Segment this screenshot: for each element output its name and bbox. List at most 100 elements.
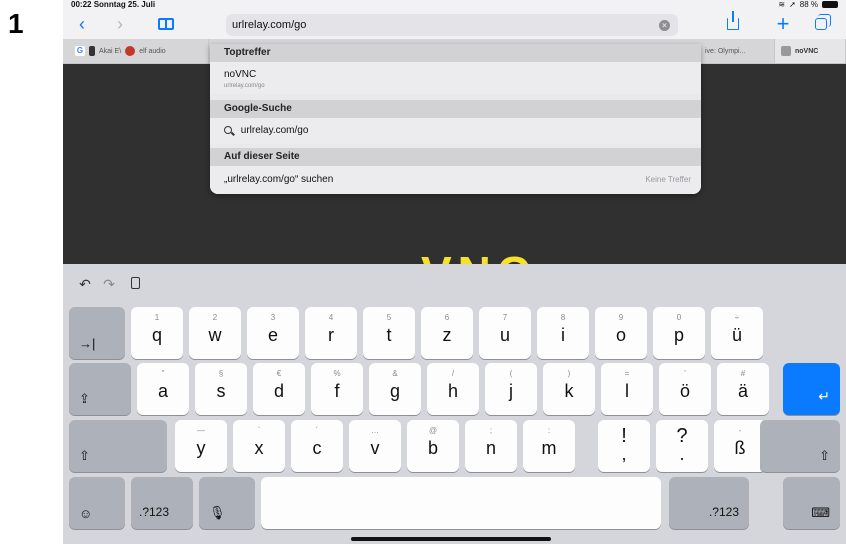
tab-olympics[interactable]: ive: Olympi... [699, 39, 775, 63]
google-search-item[interactable]: urlrelay.com/go [210, 118, 701, 144]
key-c[interactable]: ´ c [291, 420, 343, 472]
logo-text: VNC [421, 250, 536, 264]
key-char-bottom: . [679, 444, 685, 464]
back-button[interactable]: ‹ [73, 13, 91, 35]
status-time: 00:22 Sonntag 25. Juli [71, 0, 155, 9]
numbers-key-left[interactable]: .?123 [131, 477, 193, 529]
key-hint: § [218, 369, 224, 378]
key-char: ü [731, 325, 742, 345]
key-o[interactable]: 9o [595, 307, 647, 359]
address-bar[interactable]: × [226, 14, 678, 36]
return-key[interactable]: ↵ [783, 363, 840, 415]
share-button[interactable] [723, 11, 743, 35]
key-z[interactable]: 6z [421, 307, 473, 359]
key-ü[interactable]: ÷ ü [711, 307, 763, 359]
key-char: m [541, 438, 557, 458]
redo-icon[interactable]: ↷ [99, 274, 119, 294]
key-h[interactable]: / h [427, 363, 479, 415]
key-a[interactable]: " a [137, 363, 189, 415]
elf-favicon-icon [125, 46, 136, 56]
address-input[interactable] [232, 17, 632, 33]
paste-button[interactable] [125, 274, 145, 294]
numbers-key-right[interactable]: .?123 [669, 477, 749, 529]
tab-akai[interactable]: G Akai E\ elf audio [69, 39, 209, 63]
bookmarks-button[interactable] [155, 13, 177, 35]
emoji-key[interactable]: ☺ [69, 477, 125, 529]
key-char: j [509, 381, 513, 401]
key-exclaim-comma[interactable]: ! , [598, 420, 650, 472]
key-char-top: ! [621, 425, 627, 447]
key-i[interactable]: 8i [537, 307, 589, 359]
key-e[interactable]: 3e [247, 307, 299, 359]
key-char: t [386, 325, 392, 345]
space-key[interactable] [261, 477, 661, 529]
find-on-page-item[interactable]: „urlrelay.com/go“ suchen Keine Treffer [210, 166, 701, 194]
hide-keyboard-key[interactable]: ⌨ [783, 477, 840, 529]
key-l[interactable]: = l [601, 363, 653, 415]
key-hint: ' [684, 369, 686, 378]
top-hit-url: urlrelay.com/go [224, 83, 265, 89]
key-ö[interactable]: ' ö [659, 363, 711, 415]
key-char: ä [737, 381, 748, 401]
numbers-label: .?123 [139, 505, 170, 519]
key-char: s [216, 381, 226, 401]
key-hint: % [333, 369, 341, 378]
shift-key-left[interactable]: ⇧ [69, 420, 167, 472]
clipboard-icon [130, 277, 140, 289]
forward-button[interactable]: › [111, 13, 129, 35]
key-char: l [625, 381, 629, 401]
undo-icon[interactable]: ↶ [75, 274, 95, 294]
on-page-header: Auf dieser Seite [210, 148, 701, 166]
key-u[interactable]: 7u [479, 307, 531, 359]
key-x[interactable]: ` x [233, 420, 285, 472]
tab-overview-button[interactable] [811, 13, 831, 35]
key-char: o [615, 325, 626, 345]
microphone-icon: 🎙 [209, 505, 226, 520]
key-hint: " [161, 369, 165, 378]
key-question-period[interactable]: ? . [656, 420, 708, 472]
status-clock: 00:22 [71, 0, 92, 9]
shift-icon: ⇧ [819, 448, 830, 463]
shift-icon: ⇧ [79, 448, 90, 463]
key-t[interactable]: 5t [363, 307, 415, 359]
key-d[interactable]: € d [253, 363, 305, 415]
tab-novnc[interactable]: noVNC [775, 39, 846, 63]
tab-label: Akai E\ [99, 47, 122, 55]
key-sharp-s[interactable]: - ß [714, 420, 766, 472]
key-j[interactable]: (j [485, 363, 537, 415]
key-char: i [561, 325, 565, 345]
key-hint: 9 [618, 313, 624, 322]
tab-label: ive: Olympi... [705, 47, 746, 55]
key-f[interactable]: % f [311, 363, 363, 415]
key-r[interactable]: 4r [305, 307, 357, 359]
key-ä[interactable]: # ä [717, 363, 769, 415]
key-s[interactable]: § s [195, 363, 247, 415]
key-hint: ´ [315, 426, 319, 435]
key-b[interactable]: @ b [407, 420, 459, 472]
key-w[interactable]: 2w [189, 307, 241, 359]
tabs-icon [815, 14, 831, 30]
key-y[interactable]: — y [175, 420, 227, 472]
key-q[interactable]: 1q [131, 307, 183, 359]
emoji-icon: ☺ [79, 506, 93, 521]
key-n[interactable]: ; n [465, 420, 517, 472]
status-indicators: ≋ ➚ 88 % [778, 0, 838, 9]
key-char: y [196, 438, 206, 458]
battery-icon [822, 1, 838, 8]
key-char: d [273, 381, 284, 401]
key-g[interactable]: & g [369, 363, 421, 415]
key-v[interactable]: … v [349, 420, 401, 472]
caps-lock-key[interactable]: ⇪ [69, 363, 131, 415]
key-k[interactable]: ) k [543, 363, 595, 415]
key-char: f [334, 381, 340, 401]
top-hit-item[interactable]: noVNC urlrelay.com/go [210, 62, 701, 94]
key-p[interactable]: 0p [653, 307, 705, 359]
dictation-key[interactable]: 🎙 [199, 477, 255, 529]
key-char: n [485, 438, 496, 458]
tab-key[interactable]: →| [69, 307, 125, 359]
key-m[interactable]: :m [523, 420, 575, 472]
shift-key-right[interactable]: ⇧ [760, 420, 840, 472]
clear-text-icon[interactable]: × [659, 20, 670, 31]
new-tab-button[interactable]: + [773, 11, 793, 36]
key-char: u [499, 325, 510, 345]
